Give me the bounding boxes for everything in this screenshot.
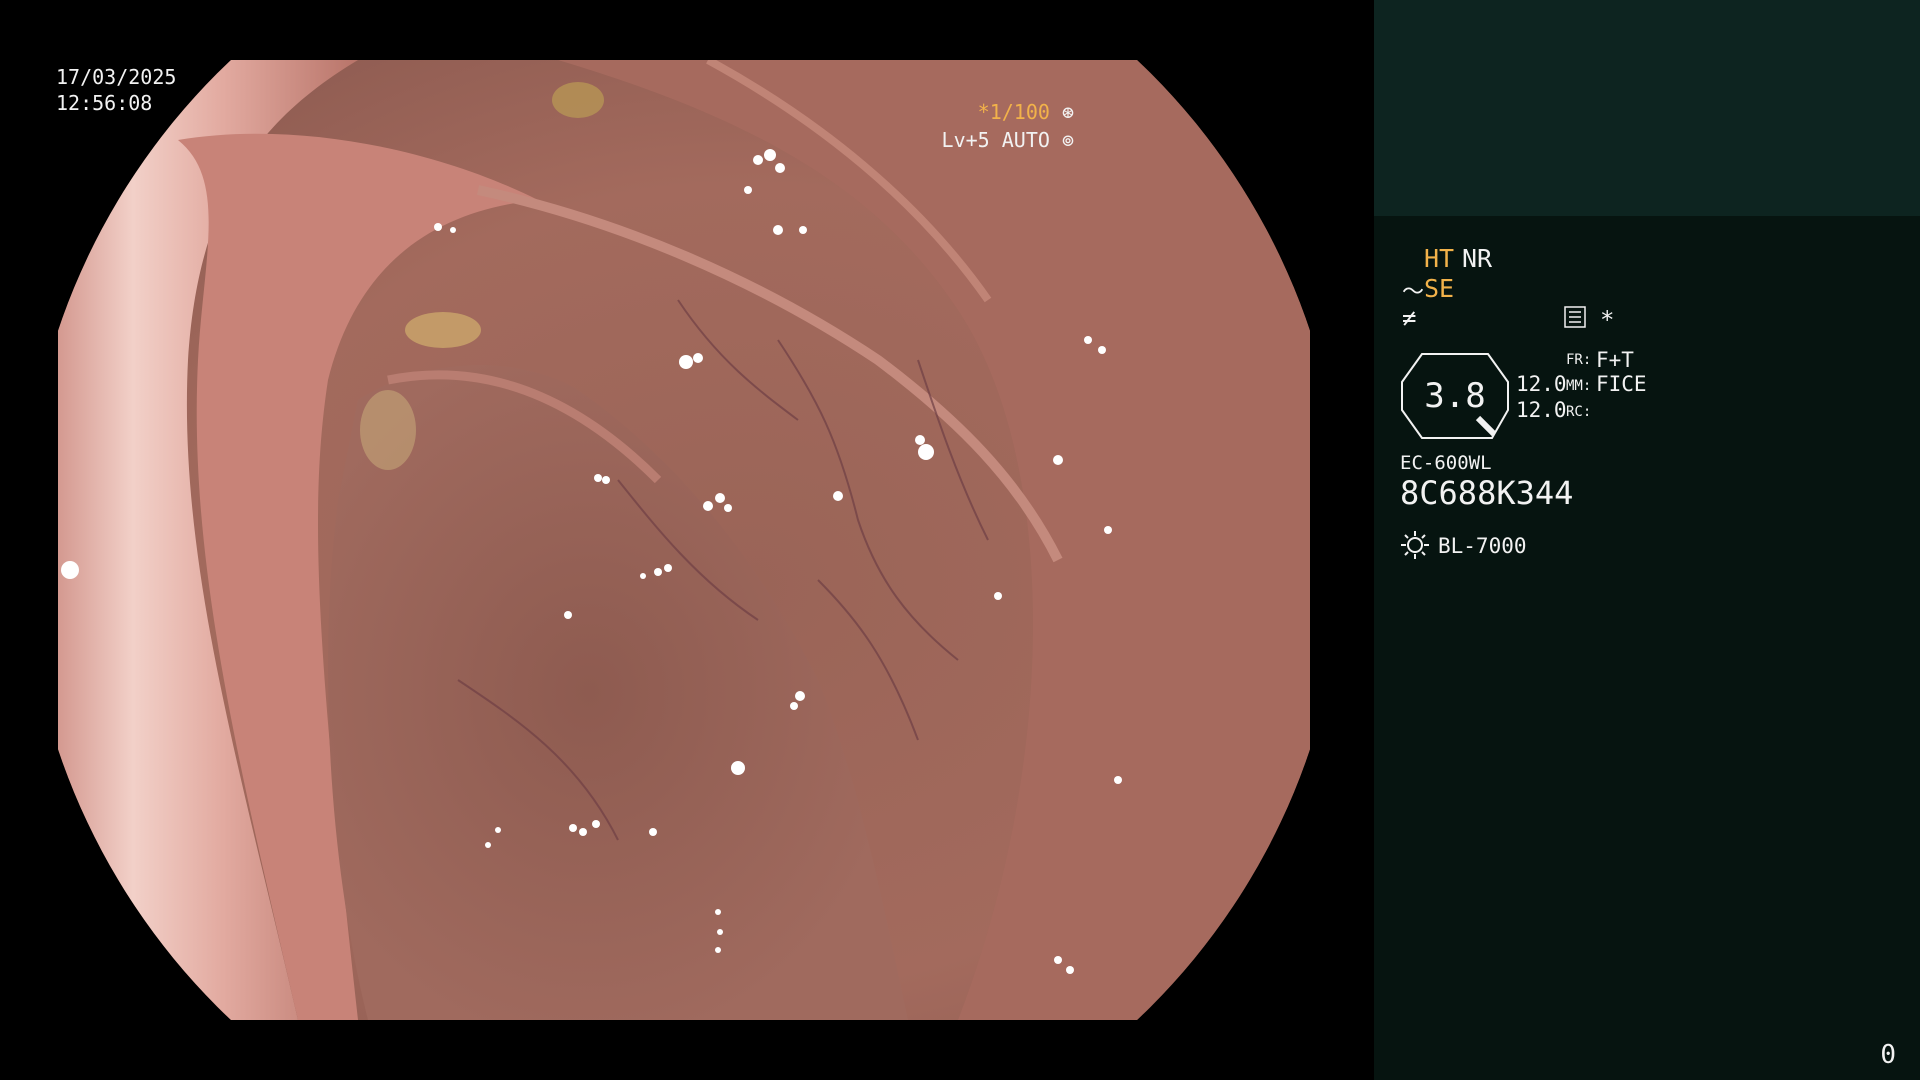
colon-mucosa-image <box>58 60 1310 1020</box>
fr-label: FR: <box>1566 352 1592 368</box>
level-text: Lv+5 AUTO <box>941 128 1050 152</box>
ht-label: HT <box>1424 244 1455 273</box>
value-1: 12.0 <box>1516 372 1567 396</box>
date-text: 17/03/2025 <box>56 65 177 89</box>
shutter-text: *1/100 <box>977 100 1050 124</box>
fr-value: F+T <box>1596 348 1634 372</box>
shutter-icon: ⊛ <box>1061 100 1074 124</box>
menu-icon <box>1564 306 1586 332</box>
nr-label: NR <box>1462 244 1493 273</box>
star-label: * <box>1600 306 1615 334</box>
mm-value: FICE <box>1596 372 1647 396</box>
shutter-speed: *1/100 ⊛ <box>978 100 1074 124</box>
se-label: SE <box>1424 274 1455 303</box>
zoom-indicator: 3.8 <box>1400 352 1510 440</box>
time-text: 12:56:08 <box>56 91 153 115</box>
scope-model: EC-600WL <box>1400 452 1492 474</box>
brightness-level: Lv+5 AUTO ⊚ <box>942 128 1074 152</box>
light-source-model: BL-7000 <box>1438 534 1527 558</box>
datetime: 17/03/2025 12:56:08 <box>56 64 176 116</box>
info-panel: HT NR 〜 SE ≠ * 3.8 12.0 12.0 FR: F+T MM:… <box>1374 216 1920 1080</box>
structure-icon: ≠ <box>1402 304 1417 332</box>
value-2: 12.0 <box>1516 398 1567 422</box>
panel-top <box>1374 0 1920 216</box>
iris-icon: ⊚ <box>1061 128 1074 152</box>
wave-icon: 〜 <box>1402 280 1425 305</box>
scope-serial: 8C688K344 <box>1400 474 1574 512</box>
zoom-value: 3.8 <box>1424 376 1486 416</box>
mm-label: MM: <box>1566 378 1592 394</box>
frame-counter: 0 <box>1880 1040 1896 1070</box>
sun-icon <box>1400 530 1430 564</box>
endoscopic-image <box>58 60 1310 1020</box>
rc-label: RC: <box>1566 404 1592 420</box>
endoscopy-screen: 17/03/2025 12:56:08 *1/100 ⊛ Lv+5 AUTO ⊚… <box>0 0 1920 1080</box>
